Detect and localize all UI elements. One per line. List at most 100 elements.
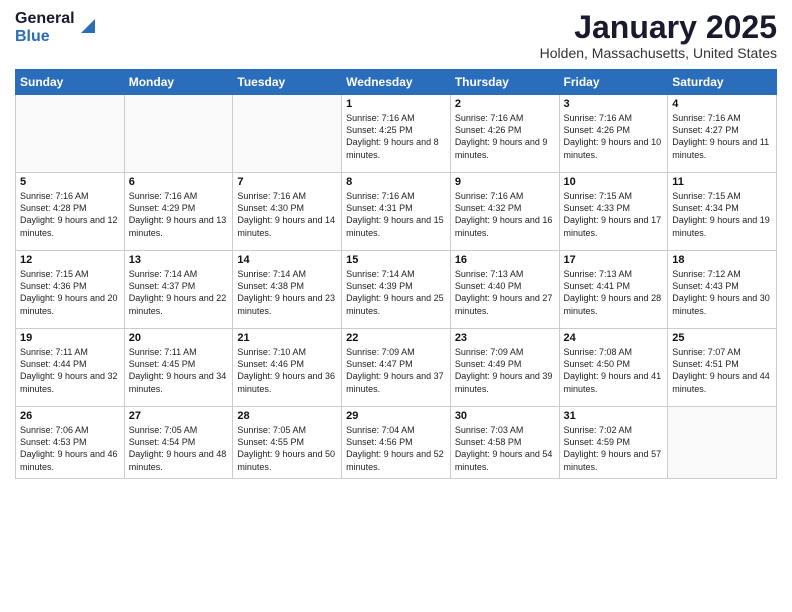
day-number: 27	[129, 410, 229, 422]
day-info: Sunrise: 7:11 AM Sunset: 4:44 PM Dayligh…	[20, 346, 120, 395]
day-number: 2	[455, 98, 555, 110]
day-number: 13	[129, 254, 229, 266]
day-info: Sunrise: 7:13 AM Sunset: 4:41 PM Dayligh…	[564, 268, 664, 317]
day-number: 12	[20, 254, 120, 266]
day-info: Sunrise: 7:06 AM Sunset: 4:53 PM Dayligh…	[20, 424, 120, 473]
day-info: Sunrise: 7:04 AM Sunset: 4:56 PM Dayligh…	[346, 424, 446, 473]
day-info: Sunrise: 7:02 AM Sunset: 4:59 PM Dayligh…	[564, 424, 664, 473]
table-row: 15 Sunrise: 7:14 AM Sunset: 4:39 PM Dayli…	[342, 251, 451, 329]
table-row: 28Sunrise: 7:05 AM Sunset: 4:55 PM Dayli…	[233, 407, 342, 479]
table-row: 27 Sunrise: 7:05 AM Sunset: 4:54 PM Dayli…	[124, 407, 233, 479]
header-monday: Monday	[124, 70, 233, 95]
day-info: Sunrise: 7:15 AM Sunset: 4:33 PM Dayligh…	[564, 190, 664, 239]
calendar-week-row: 12 Sunrise: 7:15 AM Sunset: 4:36 PM Dayli…	[16, 251, 777, 329]
day-info: Sunrise: 7:14 AM Sunset: 4:39 PM Dayligh…	[346, 268, 446, 317]
day-number: 5	[20, 176, 120, 188]
day-info: Sunrise: 7:14 AM Sunset: 4:37 PM Dayligh…	[129, 268, 229, 317]
table-row: 16Sunrise: 7:13 AM Sunset: 4:40 PM Dayli…	[450, 251, 559, 329]
calendar-week-row: 19Sunrise: 7:11 AM Sunset: 4:44 PM Dayli…	[16, 329, 777, 407]
day-info: Sunrise: 7:10 AM Sunset: 4:46 PM Dayligh…	[237, 346, 337, 395]
day-number: 29	[346, 410, 446, 422]
table-row: 13 Sunrise: 7:14 AM Sunset: 4:37 PM Dayli…	[124, 251, 233, 329]
logo-general-text: General	[15, 10, 75, 28]
day-number: 4	[672, 98, 772, 110]
month-title: January 2025	[540, 10, 777, 45]
table-row: 21 Sunrise: 7:10 AM Sunset: 4:46 PM Dayli…	[233, 329, 342, 407]
calendar-week-row: 5Sunrise: 7:16 AM Sunset: 4:28 PM Daylig…	[16, 173, 777, 251]
day-info: Sunrise: 7:16 AM Sunset: 4:25 PM Dayligh…	[346, 112, 446, 161]
day-number: 17	[564, 254, 664, 266]
day-number: 6	[129, 176, 229, 188]
header-wednesday: Wednesday	[342, 70, 451, 95]
table-row	[668, 407, 777, 479]
day-number: 23	[455, 332, 555, 344]
calendar-week-row: 26 Sunrise: 7:06 AM Sunset: 4:53 PM Dayli…	[16, 407, 777, 479]
table-row: 22Sunrise: 7:09 AM Sunset: 4:47 PM Dayli…	[342, 329, 451, 407]
table-row: 14 Sunrise: 7:14 AM Sunset: 4:38 PM Dayli…	[233, 251, 342, 329]
logo-chevron-icon	[77, 15, 99, 37]
title-section: January 2025 Holden, Massachusetts, Unit…	[540, 10, 777, 61]
table-row	[124, 95, 233, 173]
page-container: General Blue January 2025 Holden, Massac…	[0, 0, 792, 489]
header-thursday: Thursday	[450, 70, 559, 95]
day-number: 1	[346, 98, 446, 110]
day-number: 7	[237, 176, 337, 188]
day-number: 3	[564, 98, 664, 110]
table-row: 26 Sunrise: 7:06 AM Sunset: 4:53 PM Dayli…	[16, 407, 125, 479]
day-info: Sunrise: 7:16 AM Sunset: 4:32 PM Dayligh…	[455, 190, 555, 239]
header-sunday: Sunday	[16, 70, 125, 95]
day-info: Sunrise: 7:16 AM Sunset: 4:26 PM Dayligh…	[455, 112, 555, 161]
table-row: 11Sunrise: 7:15 AM Sunset: 4:34 PM Dayli…	[668, 173, 777, 251]
table-row: 31Sunrise: 7:02 AM Sunset: 4:59 PM Dayli…	[559, 407, 668, 479]
header-tuesday: Tuesday	[233, 70, 342, 95]
day-number: 8	[346, 176, 446, 188]
logo: General Blue	[15, 10, 99, 47]
logo-blue-text: Blue	[15, 28, 75, 46]
header-saturday: Saturday	[668, 70, 777, 95]
day-number: 20	[129, 332, 229, 344]
table-row: 29 Sunrise: 7:04 AM Sunset: 4:56 PM Dayli…	[342, 407, 451, 479]
table-row: 2 Sunrise: 7:16 AM Sunset: 4:26 PM Daylig…	[450, 95, 559, 173]
table-row: 30Sunrise: 7:03 AM Sunset: 4:58 PM Dayli…	[450, 407, 559, 479]
table-row: 5Sunrise: 7:16 AM Sunset: 4:28 PM Daylig…	[16, 173, 125, 251]
table-row: 20Sunrise: 7:11 AM Sunset: 4:45 PM Dayli…	[124, 329, 233, 407]
location: Holden, Massachusetts, United States	[540, 45, 777, 61]
day-info: Sunrise: 7:15 AM Sunset: 4:34 PM Dayligh…	[672, 190, 772, 239]
calendar-table: Sunday Monday Tuesday Wednesday Thursday…	[15, 69, 777, 479]
day-info: Sunrise: 7:16 AM Sunset: 4:30 PM Dayligh…	[237, 190, 337, 239]
day-info: Sunrise: 7:16 AM Sunset: 4:29 PM Dayligh…	[129, 190, 229, 239]
day-info: Sunrise: 7:12 AM Sunset: 4:43 PM Dayligh…	[672, 268, 772, 317]
day-number: 18	[672, 254, 772, 266]
day-info: Sunrise: 7:16 AM Sunset: 4:26 PM Dayligh…	[564, 112, 664, 161]
table-row: 3 Sunrise: 7:16 AM Sunset: 4:26 PM Daylig…	[559, 95, 668, 173]
day-number: 24	[564, 332, 664, 344]
table-row: 18 Sunrise: 7:12 AM Sunset: 4:43 PM Dayli…	[668, 251, 777, 329]
table-row	[233, 95, 342, 173]
day-info: Sunrise: 7:07 AM Sunset: 4:51 PM Dayligh…	[672, 346, 772, 395]
day-info: Sunrise: 7:08 AM Sunset: 4:50 PM Dayligh…	[564, 346, 664, 395]
day-info: Sunrise: 7:16 AM Sunset: 4:31 PM Dayligh…	[346, 190, 446, 239]
table-row: 25 Sunrise: 7:07 AM Sunset: 4:51 PM Dayli…	[668, 329, 777, 407]
day-number: 10	[564, 176, 664, 188]
day-number: 26	[20, 410, 120, 422]
day-number: 15	[346, 254, 446, 266]
day-info: Sunrise: 7:15 AM Sunset: 4:36 PM Dayligh…	[20, 268, 120, 317]
day-info: Sunrise: 7:09 AM Sunset: 4:47 PM Dayligh…	[346, 346, 446, 395]
day-info: Sunrise: 7:05 AM Sunset: 4:54 PM Dayligh…	[129, 424, 229, 473]
day-info: Sunrise: 7:14 AM Sunset: 4:38 PM Dayligh…	[237, 268, 337, 317]
day-number: 30	[455, 410, 555, 422]
day-number: 14	[237, 254, 337, 266]
calendar-week-row: 1 Sunrise: 7:16 AM Sunset: 4:25 PM Daylig…	[16, 95, 777, 173]
table-row: 12 Sunrise: 7:15 AM Sunset: 4:36 PM Dayli…	[16, 251, 125, 329]
day-number: 21	[237, 332, 337, 344]
table-row: 7 Sunrise: 7:16 AM Sunset: 4:30 PM Daylig…	[233, 173, 342, 251]
day-number: 9	[455, 176, 555, 188]
table-row: 17 Sunrise: 7:13 AM Sunset: 4:41 PM Dayli…	[559, 251, 668, 329]
day-number: 25	[672, 332, 772, 344]
table-row: 1 Sunrise: 7:16 AM Sunset: 4:25 PM Daylig…	[342, 95, 451, 173]
weekday-header-row: Sunday Monday Tuesday Wednesday Thursday…	[16, 70, 777, 95]
table-row: 24 Sunrise: 7:08 AM Sunset: 4:50 PM Dayli…	[559, 329, 668, 407]
table-row: 19Sunrise: 7:11 AM Sunset: 4:44 PM Dayli…	[16, 329, 125, 407]
day-info: Sunrise: 7:09 AM Sunset: 4:49 PM Dayligh…	[455, 346, 555, 395]
day-number: 16	[455, 254, 555, 266]
